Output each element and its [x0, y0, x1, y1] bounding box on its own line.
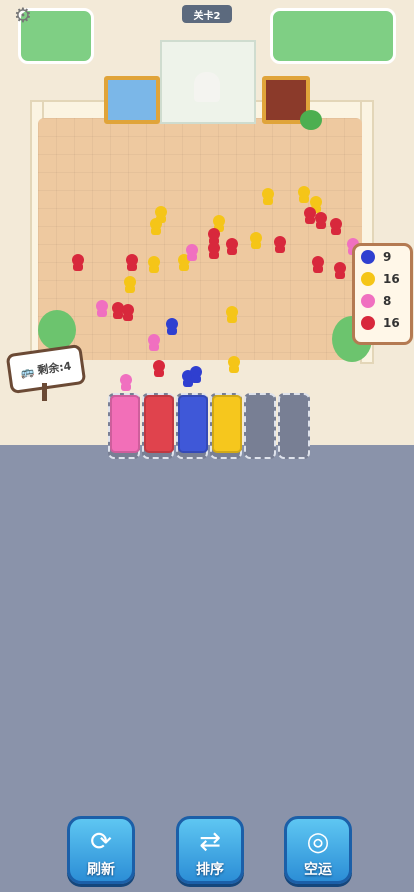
red-dot: [361, 316, 375, 330]
level-label: 关卡2: [182, 5, 232, 23]
person-red[interactable]: [274, 236, 286, 253]
legend-row-blue: 9: [355, 246, 410, 268]
person-red[interactable]: [315, 212, 327, 229]
person-red[interactable]: [334, 262, 346, 279]
garden-top-right: [270, 8, 396, 64]
airlift-button[interactable]: ◎ 空运: [284, 816, 352, 884]
color-count-legend: 9 16 8 16: [352, 243, 413, 345]
painting-landscape: [104, 76, 160, 124]
person-blue[interactable]: [166, 318, 178, 335]
airlift-label: 空运: [304, 862, 332, 878]
refresh-button[interactable]: ⟳ 刷新: [67, 816, 135, 884]
person-yellow[interactable]: [310, 196, 322, 213]
person-red[interactable]: [153, 360, 165, 377]
person-red[interactable]: [330, 218, 342, 235]
person-pink[interactable]: [120, 374, 132, 391]
legend-row-red: 16: [355, 312, 410, 334]
remaining-sign: 🚌 剩余:4: [5, 343, 87, 401]
person-yellow[interactable]: [298, 186, 310, 203]
red-count: 16: [383, 316, 400, 330]
person-yellow[interactable]: [250, 232, 262, 249]
pink-dot: [361, 294, 375, 308]
legend-row-pink: 8: [355, 290, 410, 312]
person-yellow[interactable]: [148, 256, 160, 273]
truck-slot-5[interactable]: [244, 393, 276, 459]
airlift-icon: ◎: [306, 827, 330, 857]
legend-row-yellow: 16: [355, 268, 410, 290]
person-red[interactable]: [208, 242, 220, 259]
truck-yellow[interactable]: [212, 395, 242, 453]
refresh-icon: ⟳: [90, 827, 112, 857]
pink-count: 8: [383, 294, 392, 308]
sort-icon: ⇄: [199, 827, 221, 857]
person-yellow[interactable]: [262, 188, 274, 205]
truck-red[interactable]: [144, 395, 174, 453]
person-yellow[interactable]: [150, 218, 162, 235]
truck-blue[interactable]: [178, 395, 208, 453]
person-red[interactable]: [122, 304, 134, 321]
refresh-label: 刷新: [87, 862, 115, 878]
person-yellow[interactable]: [124, 276, 136, 293]
person-yellow[interactable]: [213, 215, 225, 232]
potted-plant: [300, 110, 322, 130]
blue-count: 9: [383, 250, 392, 264]
person-pink[interactable]: [186, 244, 198, 261]
person-yellow[interactable]: [226, 306, 238, 323]
gear-icon[interactable]: ⚙: [14, 4, 36, 26]
sort-label: 排序: [196, 862, 224, 878]
museum-floor: [38, 118, 362, 360]
remaining-label: 剩余:4: [36, 359, 73, 378]
person-yellow[interactable]: [155, 206, 167, 223]
person-pink[interactable]: [148, 334, 160, 351]
truck-pink[interactable]: [110, 395, 140, 453]
person-red[interactable]: [126, 254, 138, 271]
yellow-count: 16: [383, 272, 400, 286]
person-yellow[interactable]: [228, 356, 240, 373]
person-red[interactable]: [226, 238, 238, 255]
person-red[interactable]: [312, 256, 324, 273]
person-red[interactable]: [208, 228, 220, 245]
blue-dot: [361, 250, 375, 264]
yellow-dot: [361, 272, 375, 286]
bus-icon: 🚌: [19, 364, 36, 379]
person-blue[interactable]: [190, 366, 202, 383]
truck-slot-6[interactable]: [278, 393, 310, 459]
sign-pole: [42, 383, 47, 401]
person-pink[interactable]: [96, 300, 108, 317]
bust-statue: [194, 72, 220, 102]
sort-button[interactable]: ⇄ 排序: [176, 816, 244, 884]
bush-left: [38, 310, 76, 350]
person-red[interactable]: [72, 254, 84, 271]
